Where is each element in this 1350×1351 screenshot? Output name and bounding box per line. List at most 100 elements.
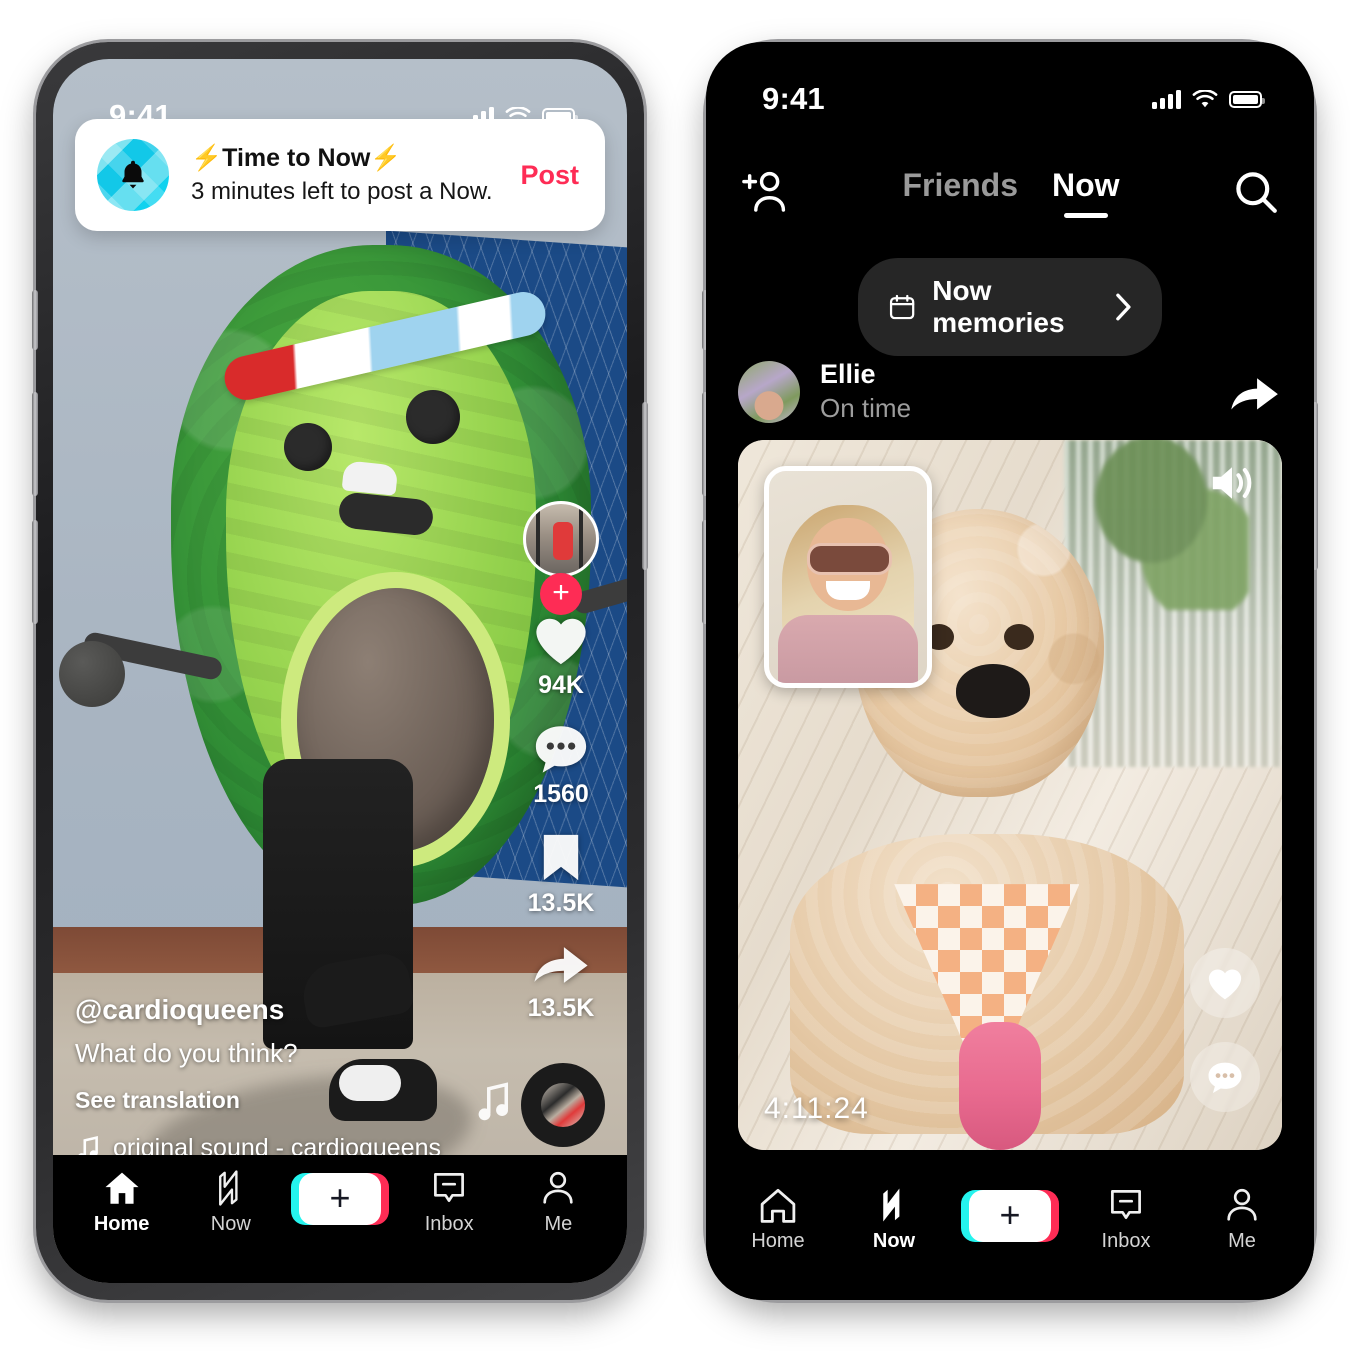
status-time-right: 9:41 (762, 81, 825, 116)
screen-right: 9:41 Friends Now Now memories Ellie On t… (706, 42, 1314, 1300)
tab-home[interactable]: Home (67, 1169, 176, 1236)
status-time: 9:41 (109, 98, 172, 133)
now-tab-group: Friends Now (902, 167, 1119, 218)
comment-bubble-icon (1208, 1062, 1242, 1093)
screenshot-stage: 9:41 ⚡Time to Now⚡ 3 minutes left to pos… (0, 0, 1350, 1351)
inbox-message-icon (434, 1173, 465, 1203)
video-caption-block: @cardioqueens What do you think? See tra… (75, 994, 495, 1163)
costume-hand-left (59, 641, 125, 707)
like-button[interactable] (1190, 948, 1260, 1018)
bookmark-count: 13.5K (527, 889, 595, 917)
volume-down-button[interactable] (32, 520, 38, 624)
lightning-now-icon (883, 1188, 900, 1222)
now-post-header: Ellie On time (738, 348, 1282, 436)
dog-eye-right (1003, 624, 1034, 651)
status-icons-right (1152, 89, 1265, 109)
bookmark-icon (543, 834, 579, 881)
now-header: Friends Now (706, 150, 1314, 234)
inbox-message-icon (1111, 1190, 1141, 1220)
share-arrow-icon (534, 947, 588, 983)
avatar-bg-pole-right (579, 506, 584, 572)
lightning-now-icon (218, 1170, 238, 1206)
creator-avatar[interactable] (523, 501, 599, 577)
tab-now-feed[interactable]: Now (1052, 167, 1120, 218)
tab-home-label: Home (93, 1213, 150, 1235)
bell-notification-avatar (97, 139, 169, 211)
sound-disc[interactable] (521, 1063, 605, 1147)
create-plus-icon[interactable]: + (291, 1173, 389, 1225)
volume-up-button[interactable] (32, 392, 38, 496)
tab-inbox[interactable]: Inbox (395, 1169, 504, 1236)
like-count: 94K (538, 671, 584, 699)
comment-count: 1560 (533, 780, 589, 808)
speaker-volume-icon[interactable] (1208, 462, 1256, 509)
creator-username[interactable]: @cardioqueens (75, 994, 495, 1026)
tab-inbox[interactable]: Inbox (1068, 1186, 1184, 1253)
front-camera-inset[interactable] (764, 466, 932, 688)
dog-nose (956, 664, 1031, 719)
person-profile-icon (1227, 1188, 1257, 1221)
like-action[interactable]: 94K (532, 613, 590, 700)
card-action-buttons (1190, 948, 1260, 1112)
home-icon (105, 1172, 139, 1204)
create-plus-icon[interactable]: + (961, 1190, 1059, 1242)
tab-now[interactable]: Now (836, 1186, 952, 1253)
costume-eye-right (406, 390, 461, 445)
tab-home-label: Home (751, 1230, 805, 1252)
cellular-signal-icon (1152, 89, 1181, 109)
tab-now-label: Now (872, 1230, 916, 1252)
avatar[interactable] (738, 361, 800, 423)
comment-bubble-icon (535, 726, 587, 773)
tab-now[interactable]: Now (176, 1169, 285, 1236)
heart-icon (1208, 969, 1242, 999)
bookmark-action[interactable]: 13.5K (527, 831, 595, 918)
share-action[interactable]: 13.5K (527, 940, 595, 1023)
screen-left: 9:41 ⚡Time to Now⚡ 3 minutes left to pos… (53, 59, 627, 1283)
home-icon (760, 1188, 796, 1223)
tab-me-label: Me (1228, 1230, 1256, 1252)
avatar-subject (552, 522, 573, 561)
post-button[interactable]: Post (512, 160, 579, 191)
tab-me[interactable]: Me (1184, 1186, 1300, 1253)
post-author-name: Ellie (820, 359, 876, 390)
notification-text-block: ⚡Time to Now⚡ 3 minutes left to post a N… (191, 143, 493, 207)
tab-inbox-label: Inbox (1101, 1230, 1151, 1252)
tab-home[interactable]: Home (720, 1186, 836, 1253)
tabbar-right: Home Now + Inbox Me (706, 1172, 1314, 1300)
power-button[interactable] (642, 402, 648, 570)
share-arrow-icon[interactable] (1228, 369, 1282, 415)
share-count: 13.5K (527, 994, 595, 1022)
heart-icon (536, 618, 586, 665)
phone-device-left: 9:41 ⚡Time to Now⚡ 3 minutes left to pos… (32, 42, 648, 1300)
avatar-bg-pole-left (535, 506, 540, 572)
dog-tongue (958, 1021, 1041, 1150)
now-post-card[interactable]: 4:11:24 (738, 440, 1282, 1150)
chevron-right-icon (1115, 293, 1131, 321)
wifi-icon (1192, 89, 1218, 107)
tab-create[interactable]: + (285, 1169, 394, 1225)
comment-button[interactable] (1190, 1042, 1260, 1112)
tab-friends[interactable]: Friends (902, 167, 1018, 218)
tab-now-label: Now (210, 1213, 251, 1235)
comment-action[interactable]: 1560 (532, 722, 590, 809)
post-author-meta: Ellie On time (820, 358, 1208, 426)
search-icon[interactable] (1232, 168, 1280, 216)
now-memories-button[interactable]: Now memories (858, 258, 1162, 356)
phone-device-right: 9:41 Friends Now Now memories Ellie On t… (702, 42, 1318, 1300)
selfie-smile (825, 581, 871, 601)
battery-icon (1229, 90, 1265, 108)
status-bar-right: 9:41 (706, 42, 1314, 130)
mute-switch[interactable] (32, 290, 38, 350)
post-timestamp: 4:11:24 (764, 1092, 869, 1125)
plus-follow-icon[interactable]: + (540, 573, 582, 615)
tab-me-label: Me (544, 1213, 573, 1235)
selfie-shirt (778, 615, 918, 683)
tab-inbox-label: Inbox (424, 1213, 474, 1235)
tab-create[interactable]: + (952, 1186, 1068, 1242)
see-translation-link[interactable]: See translation (75, 1087, 495, 1114)
post-status-badge: On time (820, 392, 912, 423)
add-person-icon[interactable] (740, 169, 790, 215)
tab-me[interactable]: Me (504, 1169, 613, 1236)
status-icons (465, 106, 578, 126)
notification-title: ⚡Time to Now⚡ (191, 143, 402, 172)
